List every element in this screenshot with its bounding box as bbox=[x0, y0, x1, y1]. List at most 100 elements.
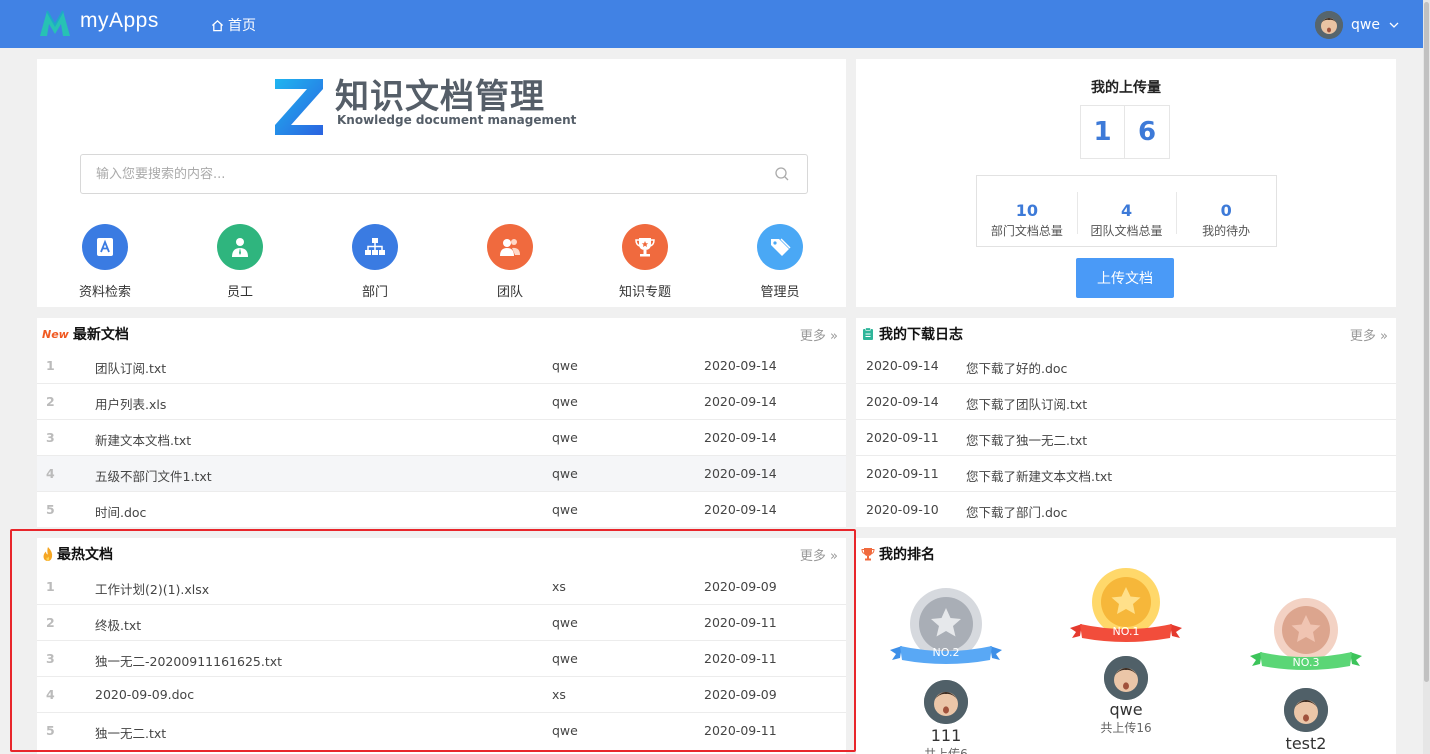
latest-docs-list: 1 团队订阅.txt qwe 2020-09-14 2 用户列表.xls qwe 2020-… bbox=[37, 348, 846, 528]
log-desc: 您下载了部门.doc bbox=[966, 505, 1068, 520]
stat-label: 部门文档总量 bbox=[990, 224, 1063, 238]
row-index: 3 bbox=[46, 430, 55, 445]
list-item[interactable]: 2020-09-14 您下载了团队订阅.txt bbox=[856, 384, 1396, 420]
doc-user: qwe bbox=[552, 723, 578, 738]
panel-header: New 最新文档 bbox=[37, 318, 846, 350]
doc-name[interactable]: 工作计划(2)(1).xlsx bbox=[95, 579, 209, 598]
brand: 知识文档管理 Knowledge document management bbox=[273, 77, 576, 137]
quick-link-topics[interactable]: 知识专题 bbox=[595, 224, 695, 300]
stat-team-docs[interactable]: 4 团队文档总量 bbox=[1076, 176, 1177, 246]
doc-date: 2020-09-14 bbox=[704, 430, 777, 445]
user-menu[interactable]: qwe bbox=[1315, 11, 1400, 39]
double-chevron-right-icon: » bbox=[1380, 329, 1388, 344]
doc-date: 2020-09-09 bbox=[704, 687, 777, 702]
quick-link-team[interactable]: 团队 bbox=[460, 224, 560, 300]
rank-name: test2 bbox=[1285, 734, 1327, 753]
tag-icon bbox=[757, 224, 803, 270]
quick-link-label: 管理员 bbox=[760, 285, 800, 300]
quick-link-admin[interactable]: 管理员 bbox=[730, 224, 830, 300]
brand-title: 知识文档管理 bbox=[335, 77, 545, 117]
app-name[interactable]: myApps bbox=[80, 9, 159, 33]
silver-medal-icon bbox=[890, 588, 1002, 664]
doc-name[interactable]: 用户列表.xls bbox=[95, 394, 166, 413]
flame-icon bbox=[43, 547, 53, 561]
table-row[interactable]: 2 终极.txt qwe 2020-09-11 bbox=[37, 605, 846, 641]
search-input[interactable] bbox=[81, 155, 761, 193]
table-row[interactable]: 4 五级不部门文件1.txt qwe 2020-09-14 bbox=[37, 456, 846, 492]
table-row[interactable]: 1 工作计划(2)(1).xlsx xs 2020-09-09 bbox=[37, 569, 846, 605]
table-row[interactable]: 5 时间.doc qwe 2020-09-14 bbox=[37, 492, 846, 528]
quick-link-label: 员工 bbox=[226, 285, 253, 300]
doc-date: 2020-09-14 bbox=[704, 466, 777, 481]
search-box[interactable] bbox=[80, 154, 808, 194]
table-row[interactable]: 1 团队订阅.txt qwe 2020-09-14 bbox=[37, 348, 846, 384]
page-scrollbar[interactable] bbox=[1423, 0, 1430, 754]
stat-my-todo[interactable]: 0 我的待办 bbox=[1176, 176, 1276, 246]
doc-name[interactable]: 独一无二-20200911161625.txt bbox=[95, 651, 282, 670]
row-index: 2 bbox=[46, 615, 55, 630]
avatar bbox=[1104, 656, 1148, 700]
more-label: 更多 bbox=[799, 549, 826, 564]
list-item[interactable]: 2020-09-10 您下载了部门.doc bbox=[856, 492, 1396, 528]
stat-value: 10 bbox=[1015, 201, 1038, 220]
stat-dept-docs[interactable]: 10 部门文档总量 bbox=[977, 176, 1077, 246]
rank-badge: NO.1 bbox=[1112, 625, 1140, 638]
table-row[interactable]: 3 新建文本文档.txt qwe 2020-09-14 bbox=[37, 420, 846, 456]
more-link[interactable]: 更多 » bbox=[1350, 325, 1388, 344]
doc-name[interactable]: 新建文本文档.txt bbox=[95, 430, 191, 449]
row-index: 4 bbox=[46, 687, 55, 702]
rank-entry-1[interactable]: NO.1 qwe 共上传16 bbox=[1070, 568, 1182, 736]
row-index: 1 bbox=[46, 358, 55, 373]
doc-user: xs bbox=[552, 687, 566, 702]
quick-link-department[interactable]: 部门 bbox=[325, 224, 425, 300]
quick-link-label: 资料检索 bbox=[78, 285, 131, 300]
log-desc: 您下载了新建文本文档.txt bbox=[966, 469, 1113, 484]
download-log-panel: 我的下载日志 更多 » 2020-09-14 您下载了好的.doc 2020-09… bbox=[856, 318, 1396, 527]
doc-name[interactable]: 独一无二.txt bbox=[95, 723, 166, 742]
trophy-icon bbox=[861, 548, 875, 561]
upload-count-digit: 6 bbox=[1125, 105, 1170, 159]
log-date: 2020-09-14 bbox=[866, 394, 939, 409]
rank-name: 111 bbox=[930, 726, 962, 745]
doc-name[interactable]: 团队订阅.txt bbox=[95, 358, 166, 377]
avatar bbox=[924, 680, 968, 724]
quick-link-search[interactable]: 资料检索 bbox=[55, 224, 155, 300]
doc-name[interactable]: 终极.txt bbox=[95, 615, 141, 634]
list-item[interactable]: 2020-09-11 您下载了新建文本文档.txt bbox=[856, 456, 1396, 492]
log-date: 2020-09-14 bbox=[866, 358, 939, 373]
scrollbar-thumb[interactable] bbox=[1424, 2, 1429, 682]
table-row[interactable]: 2 用户列表.xls qwe 2020-09-14 bbox=[37, 384, 846, 420]
list-item[interactable]: 2020-09-11 您下载了独一无二.txt bbox=[856, 420, 1396, 456]
gold-medal-icon bbox=[1070, 568, 1182, 642]
doc-name[interactable]: 时间.doc bbox=[95, 502, 146, 521]
table-row[interactable]: 5 独一无二.txt qwe 2020-09-11 bbox=[37, 713, 846, 749]
log-date: 2020-09-11 bbox=[866, 466, 939, 481]
doc-user: qwe bbox=[552, 502, 578, 517]
table-row[interactable]: 3 独一无二-20200911161625.txt qwe 2020-09-11 bbox=[37, 641, 846, 677]
rank-entry-2[interactable]: NO.2 111 共上传6 bbox=[890, 588, 1002, 754]
rank-entry-3[interactable]: NO.3 test2 bbox=[1250, 598, 1362, 753]
hot-docs-panel: 最热文档 更多 » 1 工作计划(2)(1).xlsx xs 2020-09-09 2… bbox=[37, 538, 846, 754]
team-icon bbox=[487, 224, 533, 270]
stat-value: 4 bbox=[1120, 201, 1133, 220]
upload-document-button[interactable]: 上传文档 bbox=[1076, 258, 1174, 298]
doc-name[interactable]: 2020-09-09.doc bbox=[95, 687, 194, 702]
list-item[interactable]: 2020-09-14 您下载了好的.doc bbox=[856, 348, 1396, 384]
panel-title: 我的排名 bbox=[879, 547, 935, 563]
search-icon[interactable] bbox=[774, 166, 790, 182]
quick-link-label: 团队 bbox=[496, 285, 523, 300]
rank-count: 共上传16 bbox=[1100, 721, 1152, 735]
more-link[interactable]: 更多 » bbox=[800, 545, 838, 564]
doc-name[interactable]: 五级不部门文件1.txt bbox=[95, 466, 212, 485]
brand-logo-icon bbox=[275, 79, 323, 135]
doc-date: 2020-09-09 bbox=[704, 579, 777, 594]
log-desc: 您下载了团队订阅.txt bbox=[966, 397, 1088, 412]
nav-home-link[interactable]: 首页 bbox=[211, 15, 256, 35]
table-row[interactable]: 4 2020-09-09.doc xs 2020-09-09 bbox=[37, 677, 846, 713]
panel-header: 我的下载日志 bbox=[856, 318, 1396, 350]
quick-link-employee[interactable]: 员工 bbox=[190, 224, 290, 300]
app-logo-icon[interactable] bbox=[38, 8, 72, 38]
top-navbar: myApps 首页 qwe bbox=[0, 0, 1423, 48]
doc-user: qwe bbox=[552, 358, 578, 373]
more-link[interactable]: 更多 » bbox=[800, 325, 838, 344]
